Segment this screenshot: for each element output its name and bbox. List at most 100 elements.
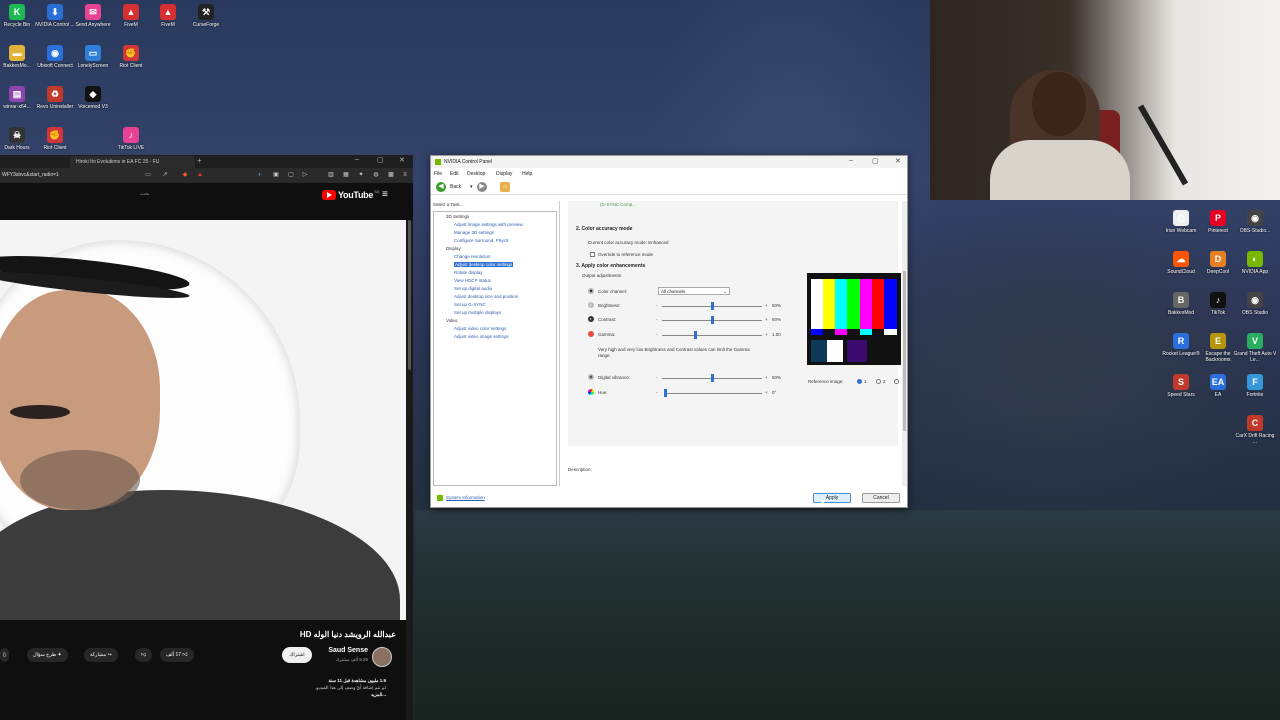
browser-tab[interactable]: Hiroki Ito Evolutions in EA FC 25 - FU (70, 156, 195, 168)
tree-category-3d-settings[interactable]: 3D Settings (446, 214, 469, 219)
share-button[interactable]: ↪ مشاركة (84, 648, 118, 662)
desktop-icon[interactable]: ✊ Riot Client (33, 127, 77, 151)
chat-icon[interactable]: ▢ (287, 171, 295, 179)
address-url[interactable]: WFY3sbvc&start_radio=1 (2, 172, 59, 178)
desktop-icon-label: Grand Theft Auto V Le... (1233, 351, 1277, 363)
youtube-logo[interactable]: YouTube SA (322, 189, 379, 201)
like-button[interactable]: 👍︎ 17 ألف (160, 648, 194, 662)
tree-item[interactable]: Set up G-SYNC (454, 302, 486, 307)
color-channel-value: All channels (661, 289, 686, 294)
hue-slider-thumb[interactable] (664, 389, 667, 397)
desktop-icon[interactable]: ◆ Voicemod V3 (71, 86, 115, 110)
tree-category-video[interactable]: Video (446, 318, 457, 323)
share-icon[interactable]: ↗ (161, 171, 169, 179)
close-icon[interactable]: ✕ (399, 156, 405, 164)
extension-icon-2[interactable]: ▣ (272, 171, 280, 179)
apply-button[interactable]: Apply (813, 493, 851, 503)
channel-avatar[interactable] (372, 647, 392, 667)
settings-pane: (G-SYNC Comp... 2. Color accuracy mode C… (559, 201, 907, 486)
desktop-icon[interactable]: ⚒ CurseForge (184, 4, 228, 28)
desktop-icon[interactable]: V Grand Theft Auto V Le... (1233, 333, 1277, 363)
tree-item[interactable]: Set up digital audio (454, 286, 492, 291)
menu-help[interactable]: Help (522, 171, 532, 177)
dislike-button[interactable]: 👎︎ (135, 648, 153, 662)
install-app-icon[interactable]: ▭ (144, 171, 152, 179)
reference-radio-1[interactable] (857, 379, 862, 384)
tree-item[interactable]: Change resolution (454, 254, 491, 259)
back-arrow-icon[interactable]: ◀ (436, 182, 446, 192)
subscribe-button[interactable]: اشتراك (282, 647, 312, 663)
back-dropdown-icon[interactable]: ▾ (470, 184, 473, 190)
tree-item[interactable]: Adjust video image settings (454, 334, 509, 339)
hamburger-icon[interactable]: ≡ (382, 189, 388, 200)
override-checkbox[interactable] (590, 252, 595, 257)
forward-arrow-icon[interactable]: ▶ (477, 182, 487, 192)
menu-display[interactable]: Display (496, 171, 512, 177)
vibrance-slider-thumb[interactable] (711, 374, 714, 382)
menu-file[interactable]: File (434, 171, 442, 177)
tree-item[interactable]: Adjust image settings with preview (454, 222, 523, 227)
window-icon[interactable]: ▦ (342, 171, 350, 179)
minimize-icon[interactable]: – (355, 156, 359, 163)
system-information-link[interactable]: System Information (446, 495, 485, 500)
sidebar-icon[interactable]: ▥ (327, 171, 335, 179)
tree-item[interactable]: Rotate display (454, 270, 483, 275)
color-bars-lower (811, 329, 897, 335)
hue-slider-track[interactable] (665, 393, 762, 394)
home-icon[interactable]: ⌂ (500, 182, 510, 192)
shield-icon[interactable]: ◍ (372, 171, 380, 179)
ubisoft-icon: ◉ (47, 45, 63, 61)
menu-icon[interactable]: ≡ (401, 171, 409, 179)
cancel-button[interactable]: Cancel (862, 493, 900, 503)
brave-shield-icon[interactable]: ◆ (181, 171, 189, 179)
search-input[interactable]: بحث (140, 191, 150, 197)
tree-item[interactable]: Adjust video color settings (454, 326, 506, 331)
menu-desktop[interactable]: Desktop (467, 171, 485, 177)
slider-thumb[interactable] (711, 302, 714, 310)
browser-address-bar[interactable]: WFY3sbvc&start_radio=1 ▭ ↗ ◆ ▲ ◐ ▣ ▢ ▷ ▥… (0, 168, 413, 183)
puzzle-icon[interactable]: ✦ (357, 171, 365, 179)
desktop-icon[interactable]: ◉ OBS-Studio... (1233, 210, 1277, 234)
tree-item-selected[interactable]: Adjust desktop color settings (454, 262, 514, 267)
section2-title: 2. Color accuracy mode (576, 226, 633, 232)
maximize-icon[interactable]: ▢ (377, 156, 384, 164)
tree-item[interactable]: Configure Surround, PhysX (454, 238, 509, 243)
settings-scrollbar[interactable] (902, 201, 907, 486)
tree-item[interactable]: Adjust desktop size and position (454, 294, 518, 299)
desktop-icon[interactable]: C CarX Drift Racing ... (1233, 415, 1277, 445)
reference-radio-3[interactable] (894, 379, 899, 384)
slider-thumb[interactable] (694, 331, 697, 339)
vpn-icon[interactable]: ▩ (387, 171, 395, 179)
new-tab-icon[interactable]: + (197, 156, 202, 165)
back-button[interactable]: Back (450, 184, 461, 190)
video-player[interactable] (0, 220, 406, 620)
maximize-icon[interactable]: ▢ (872, 157, 879, 165)
riot-client-icon: ✊ (47, 127, 63, 143)
more-link[interactable]: ...المزيد (186, 691, 386, 698)
slider-thumb[interactable] (711, 316, 714, 324)
page-scrollbar[interactable] (406, 220, 413, 720)
desktop-icon[interactable]: ◐ NVIDIA App (1233, 251, 1277, 275)
channel-name[interactable]: Saud Sense (328, 647, 368, 654)
extension-icon[interactable]: ◐ (256, 171, 264, 179)
ask-button[interactable]: ✦ طرح سؤال (27, 648, 68, 662)
brave-rewards-icon[interactable]: ▲ (196, 171, 204, 179)
color-channel-select[interactable]: All channels ⌄ (658, 287, 730, 295)
desktop-icon[interactable]: ✊ Riot Client (109, 45, 153, 69)
video-description[interactable]: 1.9 مليون مشاهدة قبل 11 سنة لم تتم إضافة… (186, 677, 386, 698)
reference-radio-2[interactable] (876, 379, 881, 384)
video-icon[interactable]: ▷ (301, 171, 309, 179)
desktop-icon-label: Voicemod V3 (78, 104, 108, 110)
minimize-icon[interactable]: – (849, 157, 853, 164)
menu-edit[interactable]: Edit (450, 171, 459, 177)
tree-category-display[interactable]: Display (446, 246, 461, 251)
desktop-icon[interactable]: ◉ OBS Studio (1233, 292, 1277, 316)
slider-track[interactable] (662, 335, 762, 336)
save-button[interactable]: ▯ (0, 648, 9, 662)
desktop-icon[interactable]: F Fortnite (1233, 374, 1277, 398)
desktop-icon[interactable]: ♪ TikTok LIVE (109, 127, 153, 151)
tree-item[interactable]: Manage 3D settings (454, 230, 494, 235)
close-icon[interactable]: ✕ (895, 157, 901, 165)
tree-item[interactable]: Set up multiple displays (454, 310, 501, 315)
tree-item[interactable]: View HDCP status (454, 278, 491, 283)
